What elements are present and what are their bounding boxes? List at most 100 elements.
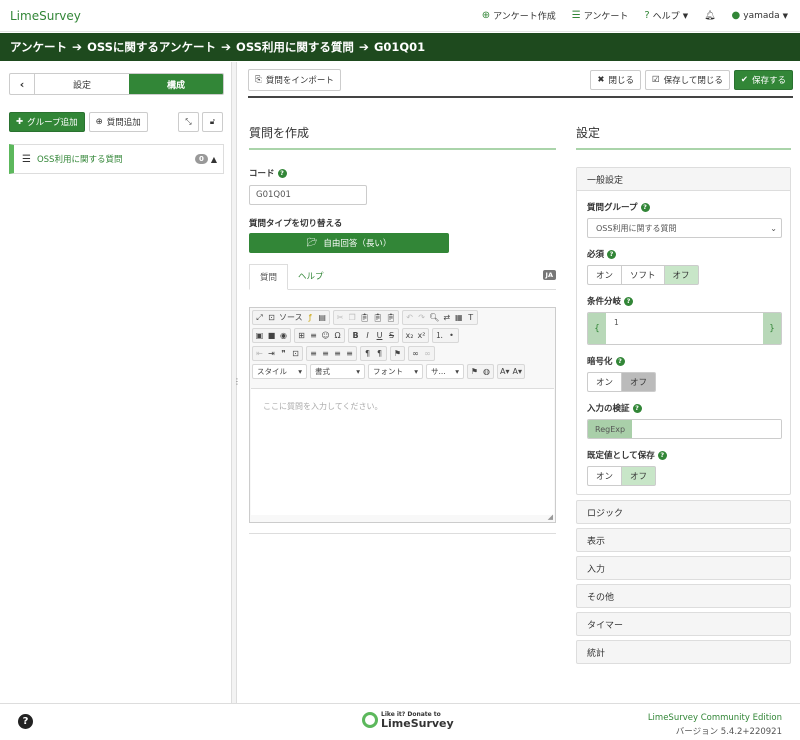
indent-icon[interactable]: ⇥ [267, 347, 276, 360]
align-center-icon[interactable]: ≡ [321, 347, 330, 360]
sidebar-collapse-button[interactable]: ‹ [10, 74, 35, 94]
copy-icon[interactable]: ❐ [348, 311, 357, 324]
resize-grip-icon[interactable]: ◢ [548, 513, 553, 521]
source-icon[interactable]: ⊡ [267, 311, 276, 324]
question-group-item[interactable]: ☰ OSS利用に関する質問 0 ▲ [9, 144, 224, 174]
remove-format-icon[interactable]: T [466, 311, 475, 324]
flag-icon[interactable]: ⚑ [470, 365, 479, 378]
tab-question-text[interactable]: 質問 [249, 264, 289, 290]
nav-notifications[interactable]: 🔔︎ [704, 11, 715, 21]
bold-icon[interactable]: B [351, 329, 360, 342]
add-question-button[interactable]: ⊕ 質問追加 [88, 112, 148, 132]
cut-icon[interactable]: ✂ [336, 311, 345, 324]
tab-help-text[interactable]: ヘルプ [288, 263, 334, 289]
brand-logo[interactable]: LimeSurvey [10, 9, 81, 23]
special-char-icon[interactable]: Ω [333, 329, 342, 342]
section-statistics[interactable]: 統計 [576, 640, 791, 664]
table-icon[interactable]: ⊞ [297, 329, 306, 342]
maximize-icon[interactable]: ⤢ [255, 311, 264, 324]
question-circle-icon[interactable]: ? [615, 356, 625, 366]
anchor-icon[interactable]: ⚑ [393, 347, 402, 360]
bulleted-list-icon[interactable]: • [447, 329, 456, 342]
donate-link[interactable]: Like it? Donate to LimeSurvey [362, 711, 454, 729]
edition-link[interactable]: LimeSurvey Community Edition [648, 713, 782, 723]
tab-settings[interactable]: 設定 [35, 74, 129, 94]
align-right-icon[interactable]: ≡ [333, 347, 342, 360]
question-circle-icon[interactable]: ? [607, 249, 617, 259]
editor-content-area[interactable]: ここに質問を入力してください。 [251, 388, 554, 515]
format-select[interactable]: 書式 ▾ [310, 364, 365, 379]
general-settings-header[interactable]: 一般設定 [577, 168, 790, 190]
question-group-select[interactable]: OSS利用に関する質問 ⌄ [587, 218, 782, 238]
italic-icon[interactable]: I [363, 329, 372, 342]
breadcrumb-item-group[interactable]: OSS利用に関する質問 [236, 39, 354, 55]
align-left-icon[interactable]: ≡ [309, 347, 318, 360]
question-code-input[interactable] [249, 185, 367, 205]
nav-user-menu[interactable]: ● yamada ▼ [732, 10, 788, 21]
tab-structure[interactable]: 構成 [129, 74, 223, 94]
save-button[interactable]: ✔ 保存する [733, 70, 793, 90]
section-display[interactable]: 表示 [576, 528, 791, 552]
question-circle-icon[interactable]: ? [632, 403, 642, 413]
unlink-icon[interactable]: ∞ [423, 347, 432, 360]
mandatory-off[interactable]: オフ [663, 265, 699, 285]
align-justify-icon[interactable]: ≡ [345, 347, 354, 360]
select-all-icon[interactable]: ▦ [454, 311, 463, 324]
media-icon[interactable]: ◉ [279, 329, 288, 342]
text-color-icon[interactable]: A▾ [500, 365, 510, 378]
bg-color-icon[interactable]: A▾ [513, 365, 523, 378]
style-select[interactable]: スタイル ▾ [252, 364, 307, 379]
expression-icon[interactable]: ƒ [306, 311, 315, 324]
section-other[interactable]: その他 [576, 584, 791, 608]
rtl-icon[interactable]: ¶ [375, 347, 384, 360]
find-icon[interactable]: 🔍︎ [429, 311, 439, 324]
unlock-button[interactable]: 🔓︎ [202, 112, 223, 132]
strikethrough-icon[interactable]: S [387, 329, 396, 342]
question-circle-icon[interactable]: ? [657, 450, 667, 460]
save-default-off[interactable]: オフ [621, 466, 657, 486]
replace-icon[interactable]: ⇄ [442, 311, 451, 324]
globe-icon[interactable]: ◍ [482, 365, 491, 378]
section-logic[interactable]: ロジック [576, 500, 791, 524]
save-and-close-button[interactable]: ☑ 保存して閉じる [644, 70, 730, 90]
blockquote-icon[interactable]: ❞ [279, 347, 288, 360]
source-button[interactable]: ソース [279, 311, 303, 324]
save-default-on[interactable]: オン [587, 466, 623, 486]
section-timer[interactable]: タイマー [576, 612, 791, 636]
import-question-button[interactable]: ⎘ 質問をインポート [248, 69, 341, 91]
question-circle-icon[interactable]: ? [277, 168, 287, 178]
redo-icon[interactable]: ↷ [417, 311, 426, 324]
smiley-icon[interactable]: ☺ [321, 329, 330, 342]
div-icon[interactable]: ⊡ [291, 347, 300, 360]
encryption-off[interactable]: オフ [621, 372, 657, 392]
question-type-button[interactable]: 📂︎ 自由回答（長い） [249, 233, 449, 253]
ltr-icon[interactable]: ¶ [363, 347, 372, 360]
superscript-icon[interactable]: x² [417, 329, 426, 342]
font-select[interactable]: フォント ▾ [368, 364, 423, 379]
undo-icon[interactable]: ↶ [405, 311, 414, 324]
image-icon[interactable]: ▣ [255, 329, 264, 342]
help-circle-icon[interactable]: ? [18, 714, 33, 729]
size-select[interactable]: サ... ▾ [426, 364, 464, 379]
drag-handle-icon[interactable]: ☰ [22, 154, 31, 165]
condition-input[interactable]: 1 [606, 313, 763, 344]
numbered-list-icon[interactable]: ⒈ [435, 329, 444, 342]
underline-icon[interactable]: U [375, 329, 384, 342]
link-icon[interactable]: ∞ [411, 347, 420, 360]
close-button[interactable]: ✖ 閉じる [590, 70, 641, 90]
flash-icon[interactable]: ■ [267, 329, 276, 342]
breadcrumb-item-surveys[interactable]: アンケート [10, 39, 67, 55]
paste-text-icon[interactable]: 📋︎ [373, 311, 383, 324]
collapse-all-button[interactable]: ⤡ [178, 112, 199, 132]
add-group-button[interactable]: ✚ グループ追加 [9, 112, 85, 132]
nav-help[interactable]: ? ヘルプ ▼ [644, 9, 688, 22]
validation-input[interactable] [632, 420, 781, 438]
question-circle-icon[interactable]: ? [624, 296, 634, 306]
paste-icon[interactable]: 📋︎ [360, 311, 370, 324]
section-input[interactable]: 入力 [576, 556, 791, 580]
mandatory-soft[interactable]: ソフト [621, 265, 665, 285]
question-circle-icon[interactable]: ? [640, 202, 650, 212]
nav-surveys[interactable]: ☰ アンケート [572, 9, 629, 22]
horizontal-rule-icon[interactable]: ≡ [309, 329, 318, 342]
caret-up-icon[interactable]: ▲ [211, 155, 217, 164]
